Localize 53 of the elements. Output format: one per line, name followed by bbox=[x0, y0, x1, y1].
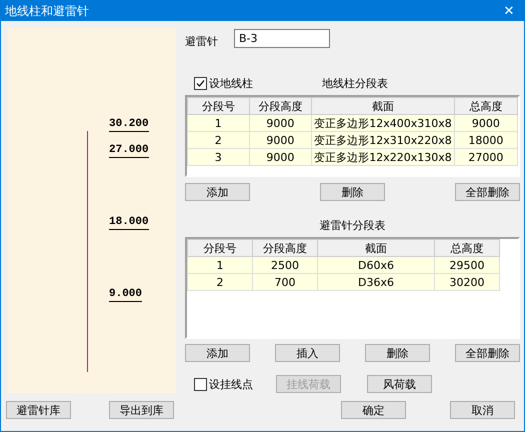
field-label: 避雷针 bbox=[185, 34, 218, 49]
column-header: 截面 bbox=[318, 240, 434, 256]
elevation-label: 9.000 bbox=[109, 288, 142, 302]
elevation-label: 27.000 bbox=[109, 144, 149, 158]
table-cell: 9000 bbox=[454, 114, 518, 132]
column-header: 分段高度 bbox=[249, 98, 312, 114]
column-header: 分段号 bbox=[188, 240, 252, 256]
table-cell: 30200 bbox=[434, 274, 500, 290]
button[interactable]: 添加 bbox=[185, 344, 250, 362]
table-cell: 9000 bbox=[249, 148, 312, 166]
column-header: 分段号 bbox=[188, 98, 250, 114]
button[interactable]: 确定 bbox=[341, 401, 406, 419]
table-cell: 27000 bbox=[454, 148, 518, 166]
button[interactable]: 避雷针库 bbox=[6, 401, 71, 419]
table-cell: 1 bbox=[188, 256, 252, 274]
button[interactable]: 插入 bbox=[275, 344, 340, 362]
button[interactable]: 取消 bbox=[450, 401, 515, 419]
table-cell: 9000 bbox=[249, 114, 312, 132]
table-title: 避雷针分段表 bbox=[320, 218, 386, 233]
table-cell: 700 bbox=[252, 274, 318, 290]
table-cell: 3 bbox=[188, 148, 250, 166]
input-field[interactable]: B-3 bbox=[234, 29, 330, 48]
button[interactable]: 导出到库 bbox=[109, 401, 174, 419]
column-header: 总高度 bbox=[434, 240, 500, 256]
button[interactable]: 删除 bbox=[320, 183, 385, 201]
table-cell: D36x6 bbox=[318, 274, 434, 290]
elevation-label: 18.000 bbox=[109, 216, 149, 230]
table-cell: 9000 bbox=[249, 132, 312, 148]
table-title: 地线柱分段表 bbox=[322, 76, 388, 91]
table-cell: 1 bbox=[188, 114, 250, 132]
table-cell: 2 bbox=[188, 132, 250, 148]
checkbox[interactable]: 设挂线点 bbox=[194, 376, 276, 392]
button[interactable]: 删除 bbox=[365, 344, 430, 362]
table-cell: 2500 bbox=[252, 256, 318, 274]
window-title: 地线柱和避雷针 bbox=[5, 2, 89, 20]
table-cell: 2 bbox=[188, 274, 252, 290]
checkbox[interactable]: 设地线柱 bbox=[194, 76, 253, 91]
table-cell: 变正多边形12x220x130x8 bbox=[312, 148, 454, 166]
button[interactable]: 全部删除 bbox=[455, 344, 520, 362]
column-header: 分段高度 bbox=[252, 240, 318, 256]
close-button[interactable]: ✕ bbox=[494, 1, 524, 21]
button[interactable]: 全部删除 bbox=[455, 183, 520, 201]
table-cell: D60x6 bbox=[318, 256, 434, 274]
button[interactable]: 风荷载 bbox=[367, 375, 432, 393]
column-header: 截面 bbox=[312, 98, 454, 114]
table-cell: 29500 bbox=[434, 256, 500, 274]
check-icon bbox=[196, 79, 205, 88]
button[interactable]: 添加 bbox=[185, 183, 250, 201]
elevation-label: 30.200 bbox=[109, 118, 149, 132]
table-cell: 变正多边形12x400x310x8 bbox=[312, 114, 454, 132]
table-cell: 变正多边形12x310x220x8 bbox=[312, 132, 454, 148]
table-cell: 18000 bbox=[454, 132, 518, 148]
column-header: 总高度 bbox=[454, 98, 518, 114]
